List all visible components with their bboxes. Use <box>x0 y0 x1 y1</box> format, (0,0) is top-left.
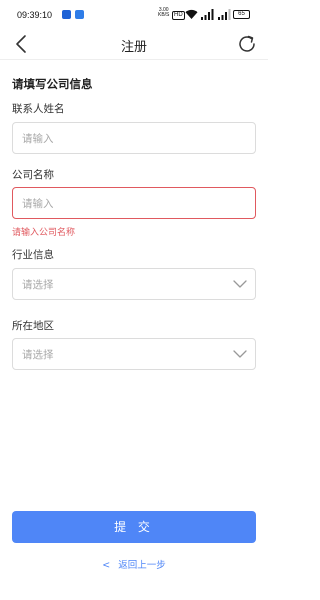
chevron-down-icon <box>233 280 247 288</box>
hd-badge: HD <box>172 11 185 20</box>
back-to-previous-label: 返回上一步 <box>118 560 166 571</box>
company-name-error: 请输入公司名称 <box>12 228 76 238</box>
message-notification-icon <box>75 10 84 19</box>
section-title: 请填写公司信息 <box>12 77 93 91</box>
wifi-icon <box>185 9 198 19</box>
contact-name-placeholder: 请输入 <box>22 133 54 145</box>
app-notification-icon <box>62 10 71 19</box>
industry-label: 行业信息 <box>12 249 54 261</box>
submit-button[interactable]: 提 交 <box>12 511 256 543</box>
company-name-label: 公司名称 <box>12 169 54 181</box>
page-title: 注册 <box>120 40 147 55</box>
navigation-bar: 注册 <box>0 28 268 60</box>
contact-name-input[interactable]: 请输入 <box>12 122 256 154</box>
status-time: 09:39:10 <box>17 10 53 20</box>
company-name-input[interactable]: 请输入 <box>12 187 256 219</box>
network-speed: 3.00 KB/S <box>158 8 169 18</box>
contact-name-label: 联系人姓名 <box>12 103 65 115</box>
signal-icon <box>201 9 214 20</box>
signal-icon-secondary <box>218 9 231 20</box>
chevron-down-icon <box>233 350 247 358</box>
region-select[interactable]: 请选择 <box>12 338 256 370</box>
back-to-previous-link[interactable]: < 返回上一步 <box>0 557 268 571</box>
industry-select[interactable]: 请选择 <box>12 268 256 300</box>
region-label: 所在地区 <box>12 320 54 332</box>
back-chevron: < <box>102 560 111 571</box>
network-speed-unit: KB/S <box>158 12 170 18</box>
refresh-icon[interactable] <box>236 33 258 55</box>
region-placeholder: 请选择 <box>22 349 54 361</box>
status-bar: 09:39:10 3.00 KB/S HD 65 <box>0 0 268 28</box>
company-name-placeholder: 请输入 <box>22 198 54 210</box>
battery-icon: 65 <box>233 10 250 19</box>
industry-placeholder: 请选择 <box>22 279 54 291</box>
